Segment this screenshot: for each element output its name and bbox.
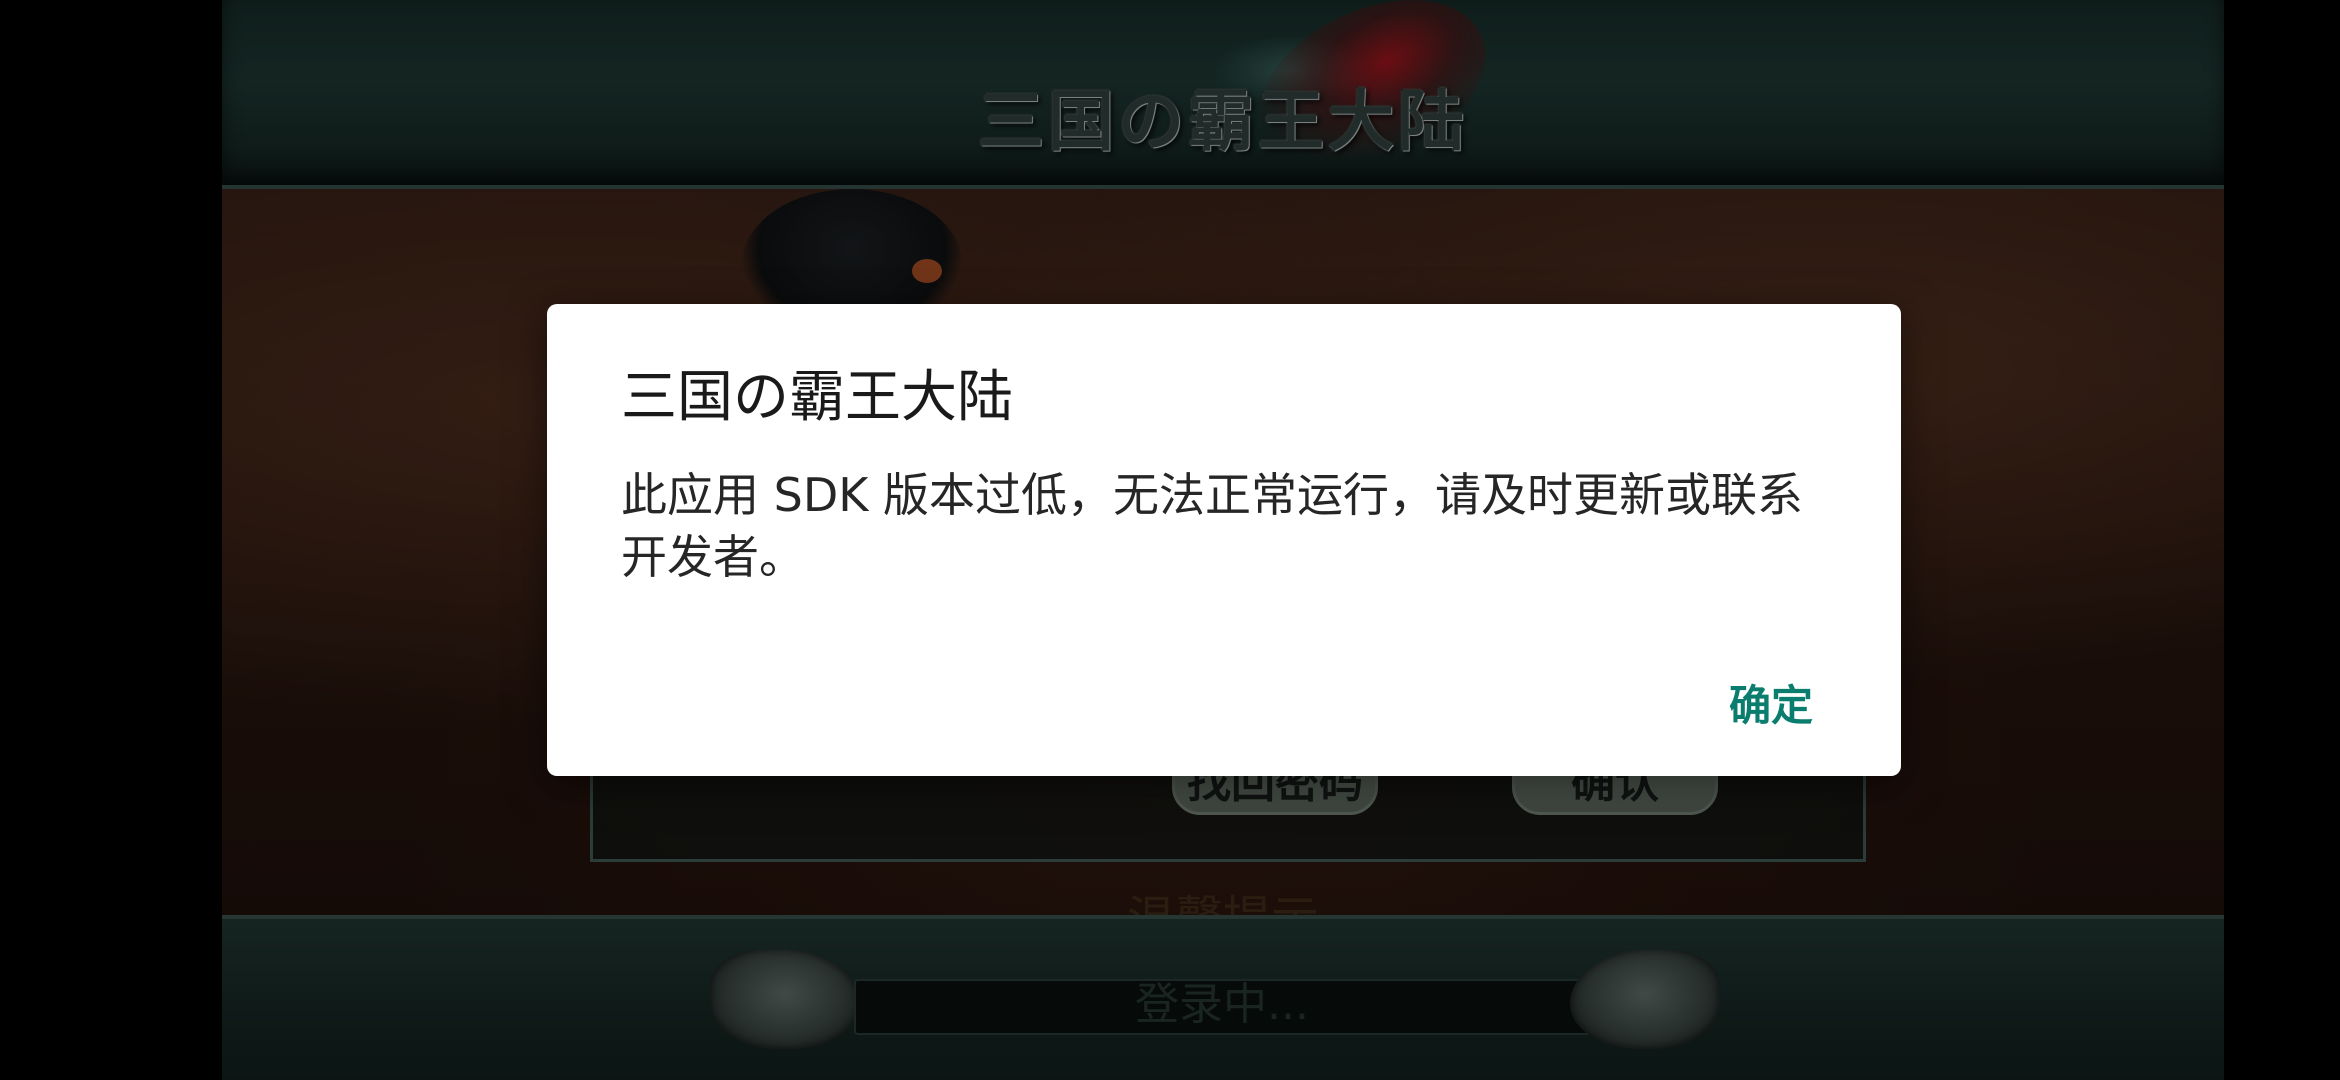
dialog-message: 此应用 SDK 版本过低，无法正常运行，请及时更新或联系开发者。	[621, 468, 1804, 584]
screen: 三国の霸王大陆 找回密码 确认 温馨提示 登录中... 三国の霸王大陆 此应用 …	[0, 0, 2340, 1080]
alert-dialog: 三国の霸王大陆 此应用 SDK 版本过低，无法正常运行，请及时更新或联系开发者。…	[547, 304, 1901, 776]
dialog-title: 三国の霸王大陆	[621, 365, 1013, 430]
ok-button[interactable]: 确定	[1729, 664, 1813, 741]
